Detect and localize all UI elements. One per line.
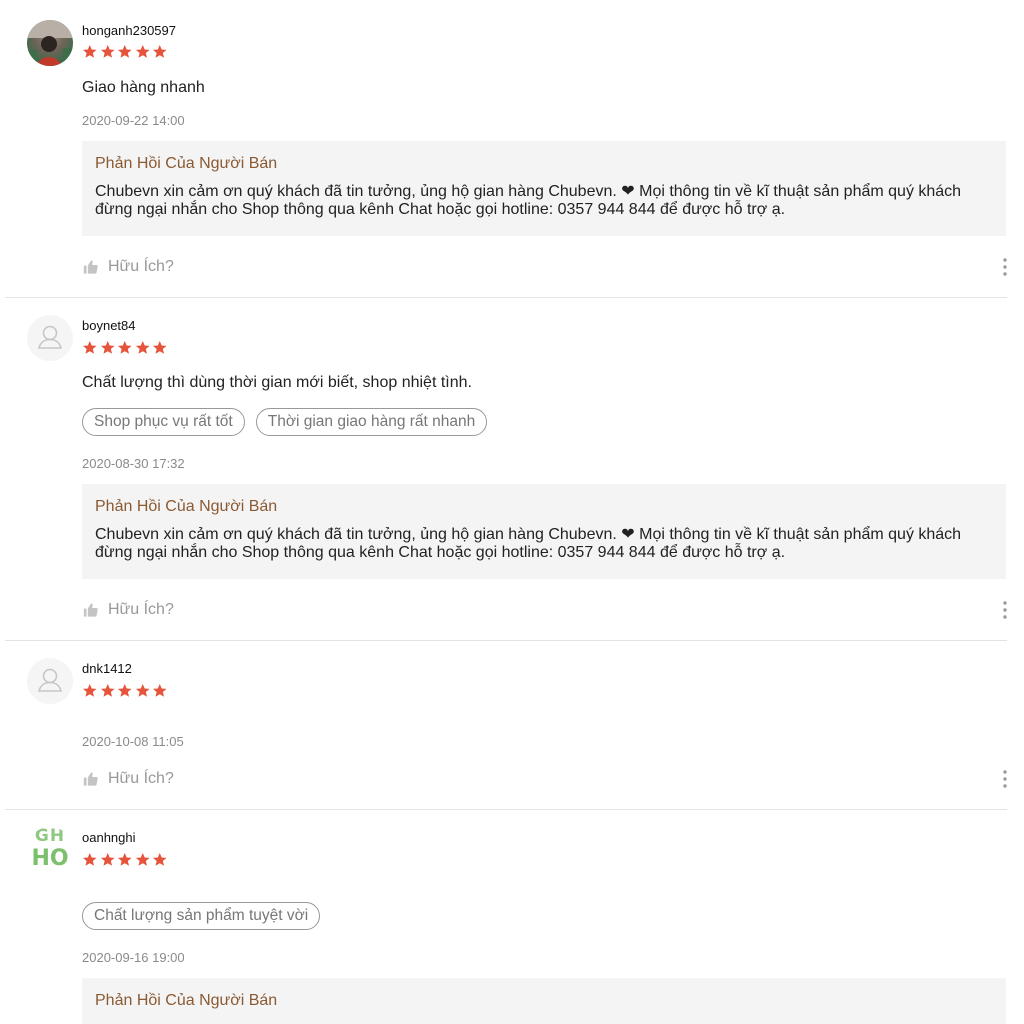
- helpful-label: Hữu Ích?: [108, 601, 174, 618]
- review-timestamp: 2020-08-30 17:32: [82, 456, 185, 471]
- seller-reply-body: Chubevn xin cảm ơn quý khách đã tin tưởn…: [95, 526, 962, 561]
- star-icon: [117, 852, 132, 866]
- user-avatar[interactable]: GH HO: [27, 827, 73, 873]
- star-icon: [100, 852, 115, 866]
- username[interactable]: honganh230597: [82, 23, 176, 38]
- star-icon: [135, 44, 150, 58]
- default-user-icon: [37, 668, 63, 692]
- star-icon: [117, 683, 132, 697]
- seller-reply-title: Phản Hồi Của Người Bán: [95, 992, 278, 1009]
- helpful-label: Hữu Ích?: [108, 258, 174, 275]
- user-avatar[interactable]: [27, 20, 73, 66]
- rating-stars: [82, 852, 168, 868]
- review-timestamp: 2020-09-22 14:00: [82, 113, 185, 128]
- seller-reply-body: Chubevn xin cảm ơn quý khách đã tin tưởn…: [95, 183, 962, 218]
- review-comment: Giao hàng nhanh: [82, 79, 205, 96]
- star-icon: [100, 44, 115, 58]
- star-icon: [152, 340, 167, 354]
- star-icon: [117, 340, 132, 354]
- helpful-button[interactable]: Hữu Ích?: [82, 769, 174, 789]
- username[interactable]: dnk1412: [82, 661, 132, 676]
- divider: [5, 297, 1007, 298]
- star-icon: [82, 44, 97, 58]
- more-options-icon[interactable]: [1003, 258, 1007, 276]
- divider: [5, 809, 1007, 810]
- review-tags: Chất lượng sản phẩm tuyệt vời: [82, 902, 321, 930]
- review-timestamp: 2020-09-16 19:00: [82, 950, 185, 965]
- thumbs-up-icon: [83, 260, 98, 274]
- more-options-icon[interactable]: [1003, 770, 1007, 788]
- star-icon: [82, 852, 97, 866]
- username[interactable]: oanhnghi: [82, 830, 136, 845]
- star-icon: [152, 683, 167, 697]
- review-tag: Thời gian giao hàng rất nhanh: [255, 408, 488, 436]
- helpful-button[interactable]: Hữu Ích?: [82, 600, 174, 620]
- star-icon: [100, 683, 115, 697]
- helpful-button[interactable]: Hữu Ích?: [82, 257, 174, 277]
- seller-reply-title: Phản Hồi Của Người Bán: [95, 498, 278, 515]
- more-options-icon[interactable]: [1003, 601, 1007, 619]
- seller-reply: Phản Hồi Của Người Bán Chubevn xin cảm ơ…: [82, 484, 1006, 579]
- star-icon: [135, 340, 150, 354]
- review-tag: Chất lượng sản phẩm tuyệt vời: [82, 902, 321, 930]
- divider: [5, 640, 1007, 641]
- thumbs-up-icon: [83, 772, 98, 786]
- logo-avatar-text: HO: [31, 846, 69, 871]
- seller-reply: Phản Hồi Của Người Bán: [82, 978, 1006, 1024]
- logo-avatar-text: GH: [34, 827, 66, 846]
- star-icon: [100, 340, 115, 354]
- star-icon: [82, 683, 97, 697]
- seller-reply: Phản Hồi Của Người Bán Chubevn xin cảm ơ…: [82, 141, 1006, 236]
- star-icon: [152, 44, 167, 58]
- seller-reply-title: Phản Hồi Của Người Bán: [95, 155, 278, 172]
- review-tags: Shop phục vụ rất tốt Thời gian giao hàng…: [82, 408, 488, 436]
- username[interactable]: boynet84: [82, 318, 136, 333]
- star-icon: [152, 852, 167, 866]
- rating-stars: [82, 340, 168, 356]
- photo-avatar-icon: [27, 20, 73, 66]
- review-tag: Shop phục vụ rất tốt: [82, 408, 245, 436]
- star-icon: [82, 340, 97, 354]
- review-timestamp: 2020-10-08 11:05: [82, 734, 184, 749]
- star-icon: [117, 44, 132, 58]
- thumbs-up-icon: [83, 603, 98, 617]
- review-comment: Chất lượng thì dùng thời gian mới biết, …: [82, 374, 472, 391]
- star-icon: [135, 852, 150, 866]
- default-user-icon: [37, 325, 63, 349]
- user-avatar[interactable]: [27, 315, 73, 361]
- user-avatar[interactable]: [27, 658, 73, 704]
- star-icon: [135, 683, 150, 697]
- helpful-label: Hữu Ích?: [108, 770, 174, 787]
- rating-stars: [82, 44, 168, 60]
- rating-stars: [82, 683, 168, 699]
